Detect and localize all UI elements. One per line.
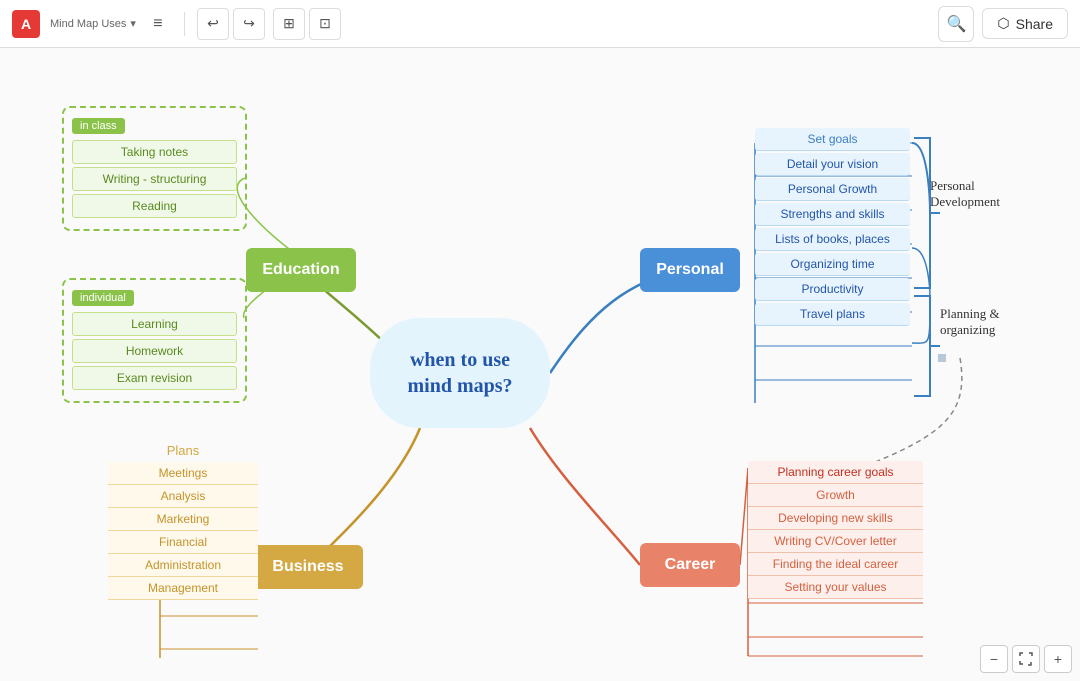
mind-map-canvas[interactable]: when to use mind maps? Personal Educatio… (0, 48, 1080, 681)
node-personal[interactable]: Personal (640, 248, 740, 292)
business-list-item-3[interactable]: Financial (108, 531, 258, 554)
redo-button[interactable]: ↪ (233, 8, 265, 40)
zoom-out-button[interactable]: − (980, 645, 1008, 673)
personal-list-item-5[interactable]: Organizing time (755, 253, 910, 276)
zoom-fit-button[interactable] (1012, 645, 1040, 673)
business-list: Plans Meetings Analysis Marketing Financ… (108, 443, 258, 600)
edu-individual-label: individual (72, 290, 134, 306)
personal-list: Set goals Detail your vision Personal Gr… (755, 128, 910, 328)
node-education[interactable]: Education (246, 248, 356, 292)
edu-ind-item-2[interactable]: Exam revision (72, 366, 237, 390)
business-list-item-4[interactable]: Administration (108, 554, 258, 577)
edu-individual-box: individual Learning Homework Exam revisi… (62, 278, 247, 403)
document-title[interactable]: Mind Map Uses ▾ (50, 17, 136, 30)
edu-class-item-0[interactable]: Taking notes (72, 140, 237, 164)
personal-list-item-6[interactable]: Productivity (755, 278, 910, 301)
share-button[interactable]: ⬡ Share (982, 8, 1068, 39)
career-list-item-0[interactable]: Planning career goals (748, 461, 923, 484)
menu-icon[interactable]: ≡ (144, 10, 172, 38)
career-list-item-3[interactable]: Writing CV/Cover letter (748, 530, 923, 553)
career-list-item-4[interactable]: Finding the ideal career (748, 553, 923, 576)
center-text: when to use mind maps? (407, 347, 512, 399)
zoom-in-button[interactable]: + (1044, 645, 1072, 673)
personal-list-item-2[interactable]: Personal Growth (755, 178, 910, 201)
personal-development-label: Personal Development (930, 178, 1000, 210)
business-list-item-2[interactable]: Marketing (108, 508, 258, 531)
career-list-item-1[interactable]: Growth (748, 484, 923, 507)
personal-list-item-0[interactable]: Set goals (755, 128, 910, 151)
nav-buttons: ↩ ↪ (197, 8, 265, 40)
career-list: Planning career goals Growth Developing … (748, 461, 923, 599)
view-compact-button[interactable]: ⊞ (273, 8, 305, 40)
node-career[interactable]: Career (640, 543, 740, 587)
career-list-item-5[interactable]: Setting your values (748, 576, 923, 599)
divider (184, 12, 185, 36)
edu-class-item-2[interactable]: Reading (72, 194, 237, 218)
personal-list-item-3[interactable]: Strengths and skills (755, 203, 910, 226)
view-buttons: ⊞ ⊡ (273, 8, 341, 40)
view-expand-button[interactable]: ⊡ (309, 8, 341, 40)
personal-list-item-4[interactable]: Lists of books, places (755, 228, 910, 251)
edu-ind-item-0[interactable]: Learning (72, 312, 237, 336)
zoom-controls: − + (972, 637, 1080, 681)
topbar-right: 🔍 ⬡ Share (938, 6, 1068, 42)
share-label: Share (1016, 16, 1053, 32)
node-business[interactable]: Business (253, 545, 363, 589)
edu-ind-item-1[interactable]: Homework (72, 339, 237, 363)
business-list-item-1[interactable]: Analysis (108, 485, 258, 508)
edu-class-label: in class (72, 118, 125, 134)
title-text: Mind Map Uses (50, 18, 126, 30)
personal-list-item-1[interactable]: Detail your vision (755, 153, 910, 176)
search-button[interactable]: 🔍 (938, 6, 974, 42)
app-logo: A (12, 10, 40, 38)
dropdown-icon: ▾ (130, 17, 136, 30)
business-list-item-0[interactable]: Meetings (108, 462, 258, 485)
business-list-title: Plans (108, 443, 258, 458)
personal-list-item-7[interactable]: Travel plans (755, 303, 910, 326)
edu-class-item-1[interactable]: Writing - structuring (72, 167, 237, 191)
career-list-item-2[interactable]: Developing new skills (748, 507, 923, 530)
business-list-item-5[interactable]: Management (108, 577, 258, 600)
share-icon: ⬡ (997, 15, 1009, 32)
undo-button[interactable]: ↩ (197, 8, 229, 40)
topbar: A Mind Map Uses ▾ ≡ ↩ ↪ ⊞ ⊡ 🔍 ⬡ Share (0, 0, 1080, 48)
edu-class-box: in class Taking notes Writing - structur… (62, 106, 247, 231)
center-node: when to use mind maps? (370, 318, 550, 428)
planning-organizing-label: Planning & organizing (940, 306, 1000, 338)
